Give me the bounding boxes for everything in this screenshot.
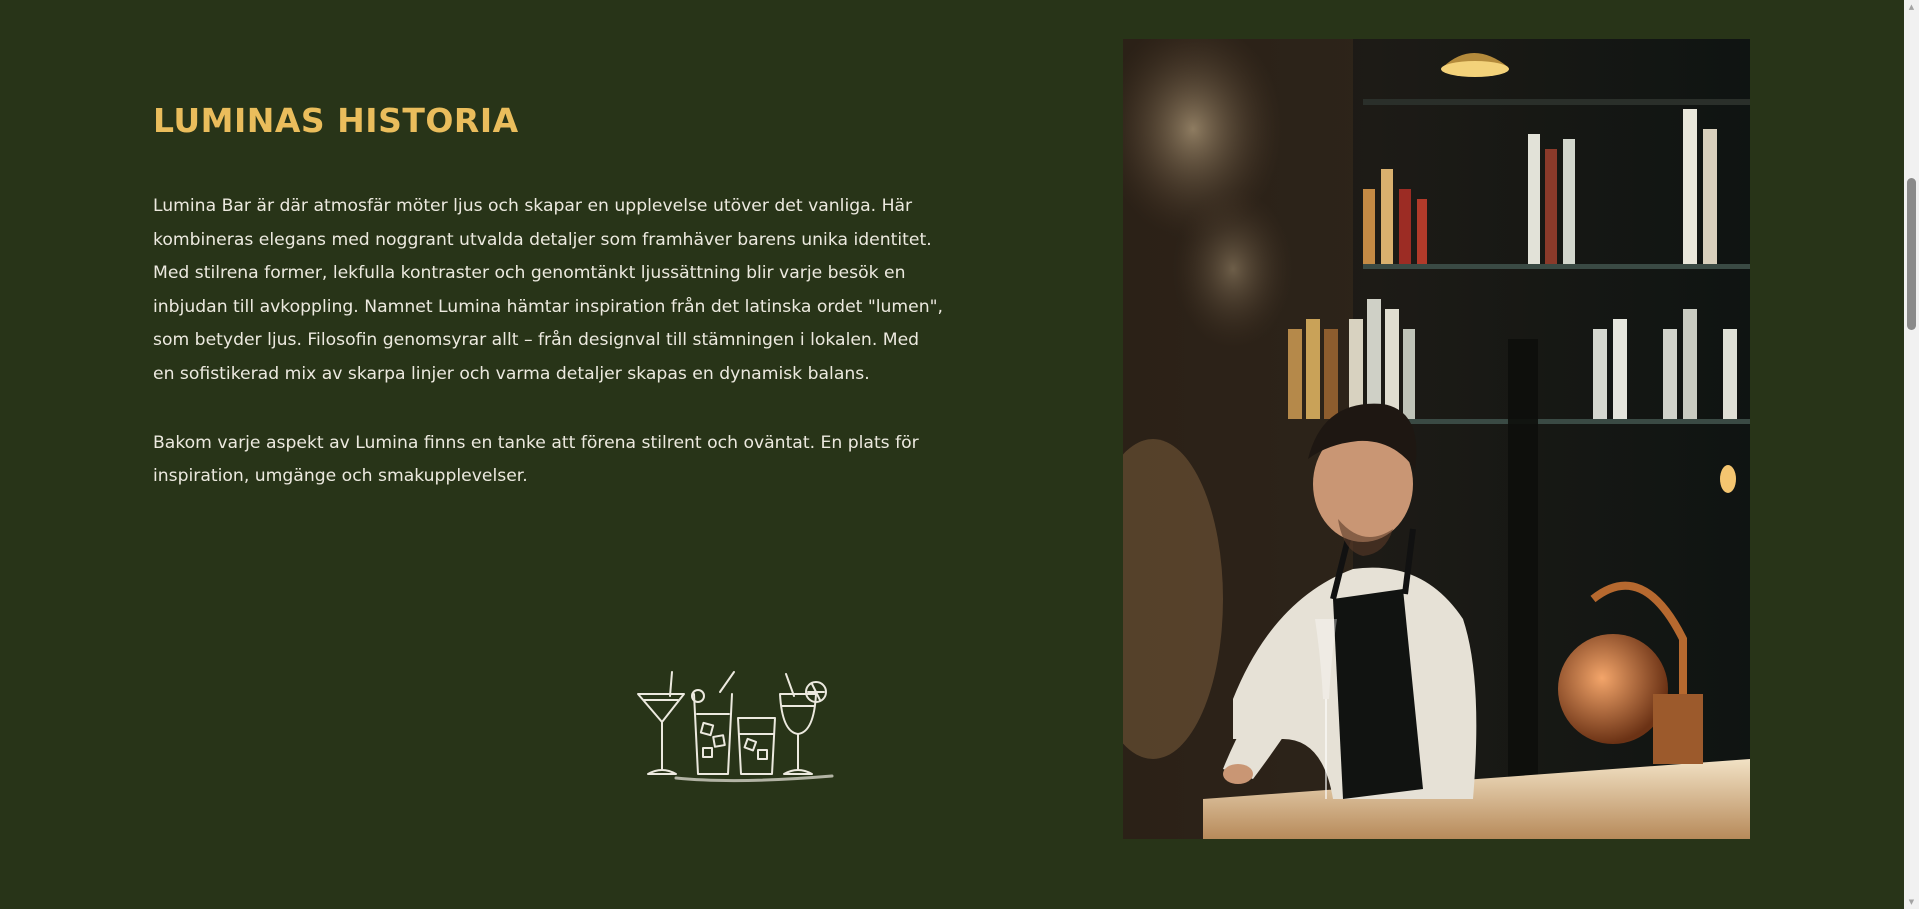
paragraph: Lumina Bar är där atmosfär möter ljus oc… xyxy=(153,196,944,384)
scroll-up-arrow-icon[interactable]: ▲ xyxy=(1904,0,1919,14)
scroll-down-arrow-icon[interactable]: ▼ xyxy=(1904,895,1919,909)
bartender-photo xyxy=(1123,39,1750,839)
scrollbar-thumb[interactable] xyxy=(1907,178,1916,330)
history-text: Lumina Bar är där atmosfär möter ljus oc… xyxy=(153,190,943,529)
paragraph: Bakom varje aspekt av Lumina finns en ta… xyxy=(153,432,919,487)
vertical-scrollbar[interactable]: ▲ ▼ xyxy=(1904,0,1919,909)
page: LUMINAS HISTORIA Lumina Bar är där atmos… xyxy=(0,0,1919,909)
section-heading: LUMINAS HISTORIA xyxy=(153,101,519,140)
cocktail-glasses-icon xyxy=(636,670,838,786)
